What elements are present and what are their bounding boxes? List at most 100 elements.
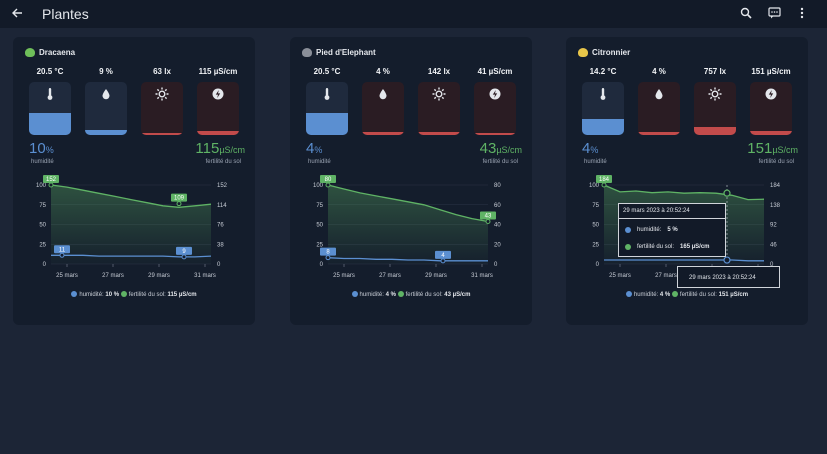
sensor-thermometer[interactable]: 20.5 °C xyxy=(306,66,348,135)
history-chart[interactable]: 100 15275 11450 7625 380 025 mars 27 mars 29 ma… xyxy=(13,173,255,291)
sensor-value: 757 lx xyxy=(703,67,727,76)
sensor-gauge xyxy=(141,82,183,135)
sensor-thermometer[interactable]: 14.2 °C xyxy=(582,66,624,135)
sensor-sun[interactable]: 63 lx xyxy=(141,66,183,135)
y-left-tick: 0 xyxy=(596,262,600,268)
sensor-value: 115 µS/cm xyxy=(198,67,238,76)
legend-item-humidity[interactable]: humidité: 4 % xyxy=(625,291,670,298)
y-left-tick: 0 xyxy=(320,262,324,268)
sensor-water-drop[interactable]: 9 % xyxy=(85,66,127,135)
sensor-gauge-fill xyxy=(694,126,736,135)
x-axis-tooltip-text: 29 mars 2023 à 20:52:24 xyxy=(689,275,756,281)
legend-item-humidity[interactable]: humidité: 10 % xyxy=(71,291,119,298)
sensor-sun[interactable]: 757 lx xyxy=(694,66,736,135)
fertility-mark-badge-text: 43 xyxy=(485,214,492,220)
sensor-flash[interactable]: 115 µS/cm xyxy=(197,66,239,135)
humidity-dot xyxy=(625,227,631,233)
y-left-tick: 75 xyxy=(316,203,323,209)
tooltip-row-humidity: humidité: 5 % xyxy=(625,227,678,233)
plant-card-citronnier[interactable]: Citronnier 14.2 °C 4 % 757 lx 151 µS/cm 4% hum… xyxy=(566,37,808,325)
humidity-unit: % xyxy=(314,145,323,155)
sensor-flash[interactable]: 41 µS/cm xyxy=(474,66,516,135)
y-right-tick: 138 xyxy=(770,203,781,209)
legend-value: 151 µS/cm xyxy=(718,292,749,298)
y-right-tick: 0 xyxy=(217,262,221,268)
x-tick: 31 mars xyxy=(194,273,216,279)
fertility-area xyxy=(328,185,488,264)
fertility-max-badge: 152 xyxy=(43,175,59,183)
more-vert-icon[interactable] xyxy=(793,4,811,22)
plant-card-dracaena[interactable]: Dracaena 20.5 °C 9 % 63 lx 115 µS/cm 10% humid… xyxy=(13,37,255,325)
x-tick: 27 mars xyxy=(102,273,124,279)
sensor-gauge xyxy=(197,82,239,135)
y-left-tick: 75 xyxy=(39,203,46,209)
y-left-tick: 100 xyxy=(36,183,47,189)
legend-item-humidity[interactable]: humidité: 4 % xyxy=(351,291,396,298)
humidity-label: humidité xyxy=(308,159,331,165)
chat-icon[interactable] xyxy=(765,4,783,22)
legend-dot-fertility xyxy=(120,291,127,297)
back-arrow-icon[interactable] xyxy=(8,4,26,22)
thermometer-icon xyxy=(42,86,58,102)
sensor-gauge-fill xyxy=(141,132,183,135)
x-tick: 27 mars xyxy=(655,273,677,279)
search-icon[interactable] xyxy=(737,4,755,22)
sensor-thermometer[interactable]: 20.5 °C xyxy=(29,66,71,135)
chart-legend[interactable]: humidité: 10 % fertilité du sol: 115 µS/… xyxy=(13,291,255,298)
y-right-tick: 40 xyxy=(494,223,501,229)
legend-label: fertilité du sol: xyxy=(679,292,717,298)
sensor-water-drop[interactable]: 4 % xyxy=(362,66,404,135)
sensor-flash[interactable]: 151 µS/cm xyxy=(750,66,792,135)
y-right-tick: 20 xyxy=(494,242,501,248)
legend-dot-fertility xyxy=(397,291,404,297)
tooltip-row-fertility: fertilité du sol: 165 µS/cm xyxy=(625,244,710,250)
fertility-label: fertilité du sol xyxy=(205,159,241,165)
fertility-unit: µS/cm xyxy=(219,145,245,155)
plant-name: Pied d'Elephant xyxy=(302,48,376,57)
sensor-sun[interactable]: 142 lx xyxy=(418,66,460,135)
y-right-tick: 0 xyxy=(494,262,498,268)
hover-point-humidity xyxy=(723,256,731,264)
y-left-tick: 25 xyxy=(39,242,46,248)
legend-item-fertility[interactable]: fertilité du sol: 43 µS/cm xyxy=(397,291,470,298)
humidity-end-badge: 4 xyxy=(435,250,451,259)
plant-name-label: Citronnier xyxy=(592,48,631,57)
plant-icon xyxy=(302,48,312,57)
sensor-water-drop[interactable]: 4 % xyxy=(638,66,680,135)
x-tick: 29 mars xyxy=(148,273,170,279)
humidity-label: humidité xyxy=(31,159,54,165)
fertility-max-badge-text: 152 xyxy=(46,177,57,183)
water-drop-icon xyxy=(98,86,114,102)
y-left-tick: 25 xyxy=(316,242,323,248)
chart-legend[interactable]: humidité: 4 % fertilité du sol: 151 µS/c… xyxy=(566,291,808,298)
sensor-value: 9 % xyxy=(99,67,113,76)
humidity-readout: 4% xyxy=(306,141,322,158)
sensor-gauge-fill xyxy=(306,112,348,135)
sensor-gauge xyxy=(638,82,680,135)
humidity-readout: 10% xyxy=(29,141,54,158)
fertility-max-badge-text: 184 xyxy=(599,177,610,183)
humidity-unit: % xyxy=(45,145,54,155)
sensor-gauge-fill xyxy=(638,132,680,135)
sensor-gauge xyxy=(750,82,792,135)
chart-legend[interactable]: humidité: 4 % fertilité du sol: 43 µS/cm xyxy=(290,291,532,298)
plant-icon xyxy=(25,48,35,57)
sun-icon xyxy=(154,86,170,102)
plant-card-pied-elephant[interactable]: Pied d'Elephant 20.5 °C 4 % 142 lx 41 µS/cm 4… xyxy=(290,37,532,325)
sensor-gauge-fill xyxy=(418,132,460,135)
legend-item-fertility[interactable]: fertilité du sol: 151 µS/cm xyxy=(671,291,749,298)
fertility-mark-badge: 109 xyxy=(171,193,187,202)
humidity-start-badge: 11 xyxy=(54,245,70,254)
y-left-tick: 50 xyxy=(39,223,46,229)
sensor-value: 151 µS/cm xyxy=(751,67,791,76)
fertility-max-badge: 80 xyxy=(320,175,336,183)
legend-item-fertility[interactable]: fertilité du sol: 115 µS/cm xyxy=(120,291,197,298)
history-chart[interactable]: 100 8075 6050 4025 200 025 mars 27 mars 29 mars… xyxy=(290,173,532,291)
y-right-tick: 46 xyxy=(770,242,777,248)
sensor-value: 63 lx xyxy=(153,67,171,76)
fertility-mark-badge: 43 xyxy=(480,211,496,220)
sensor-value: 20.5 °C xyxy=(36,67,64,76)
y-left-tick: 25 xyxy=(592,242,599,248)
humidity-end-badge: 9 xyxy=(176,246,192,255)
humidity-start-badge: 8 xyxy=(320,247,336,256)
